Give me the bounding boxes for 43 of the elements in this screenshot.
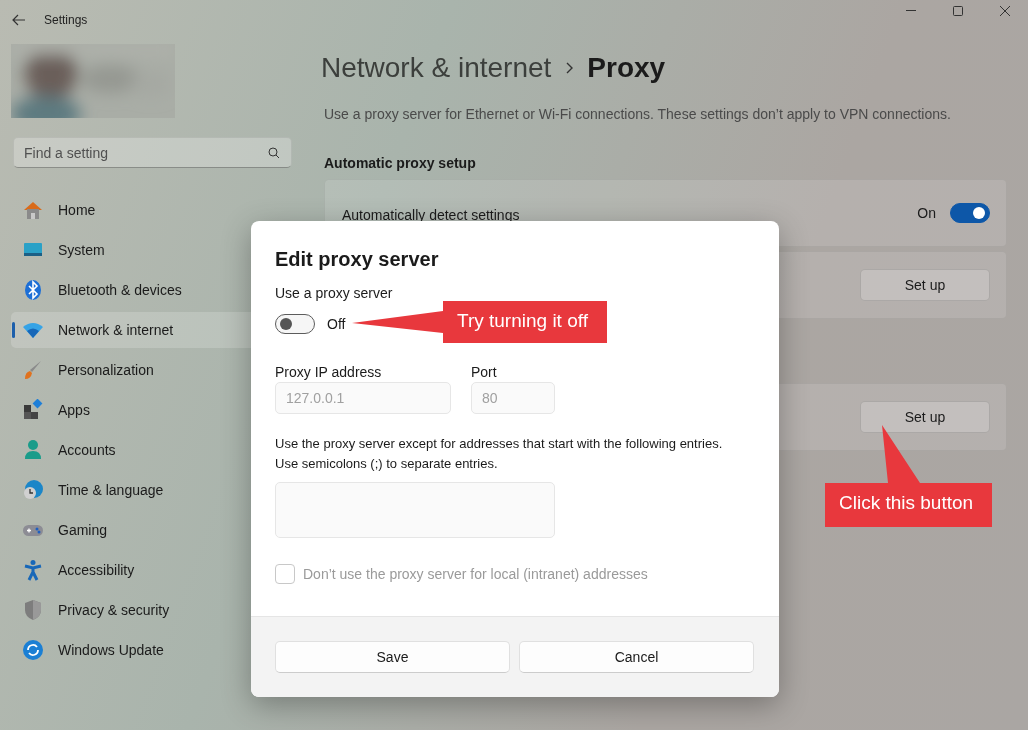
accessibility-icon	[22, 559, 44, 581]
nav-item[interactable]: Home	[11, 192, 305, 228]
cancel-button[interactable]: Cancel	[519, 641, 754, 673]
nav-item[interactable]: Time & language	[11, 472, 305, 508]
toggle-switch[interactable]	[275, 314, 315, 334]
nav-item[interactable]: Privacy & security	[11, 592, 305, 628]
shield-icon	[22, 599, 44, 621]
page-title: Proxy	[587, 52, 666, 84]
save-button[interactable]: Save	[275, 641, 510, 673]
refresh-icon	[22, 639, 44, 661]
checkbox-label: Don’t use the proxy server for local (intranet) addresses	[303, 566, 648, 582]
house-icon	[22, 199, 44, 221]
search-icon	[268, 147, 280, 159]
nav-item[interactable]: Accessibility	[11, 552, 305, 588]
apps-icon	[22, 399, 44, 421]
toggle-state: On	[917, 205, 936, 221]
window-title: Settings	[44, 13, 88, 27]
field-label: Proxy IP address	[275, 364, 383, 380]
bluetooth-icon	[22, 279, 44, 301]
chevron-icon	[565, 62, 574, 74]
maximize-icon[interactable]	[952, 6, 963, 16]
back-icon[interactable]	[12, 14, 26, 26]
field-label: Port	[471, 364, 498, 380]
brush-icon	[22, 359, 44, 381]
toggle-label: Use a proxy server	[275, 285, 394, 301]
globe-clock-icon	[22, 479, 44, 501]
exceptions-field[interactable]	[275, 482, 555, 538]
page-description: Use a proxy server for Ethernet or Wi-Fi connections. These settings don’t apply to VPN connections.	[324, 106, 952, 122]
close-icon[interactable]	[999, 6, 1010, 16]
nav-item[interactable]: Gaming	[11, 512, 305, 548]
dialog-title: Edit proxy server	[275, 248, 440, 271]
person-icon	[22, 439, 44, 461]
breadcrumb-link[interactable]: Network & internet	[321, 52, 552, 84]
setup-button[interactable]: Set up	[860, 269, 990, 301]
minimize-icon[interactable]	[905, 10, 916, 12]
callout-text: Try turning it off	[457, 310, 588, 332]
setting-label: Automatically detect settings	[342, 207, 520, 223]
toggle-switch[interactable]	[950, 203, 990, 223]
section-title: Automatic proxy setup	[324, 155, 477, 171]
exceptions-description: Use the proxy server except for addresses that start with the following entries. Use semicolons (;) to separate entries.	[275, 435, 724, 473]
callout-text: Click this button	[839, 492, 974, 514]
setup-button[interactable]: Set up	[860, 401, 990, 433]
toggle-state: Off	[327, 316, 346, 332]
